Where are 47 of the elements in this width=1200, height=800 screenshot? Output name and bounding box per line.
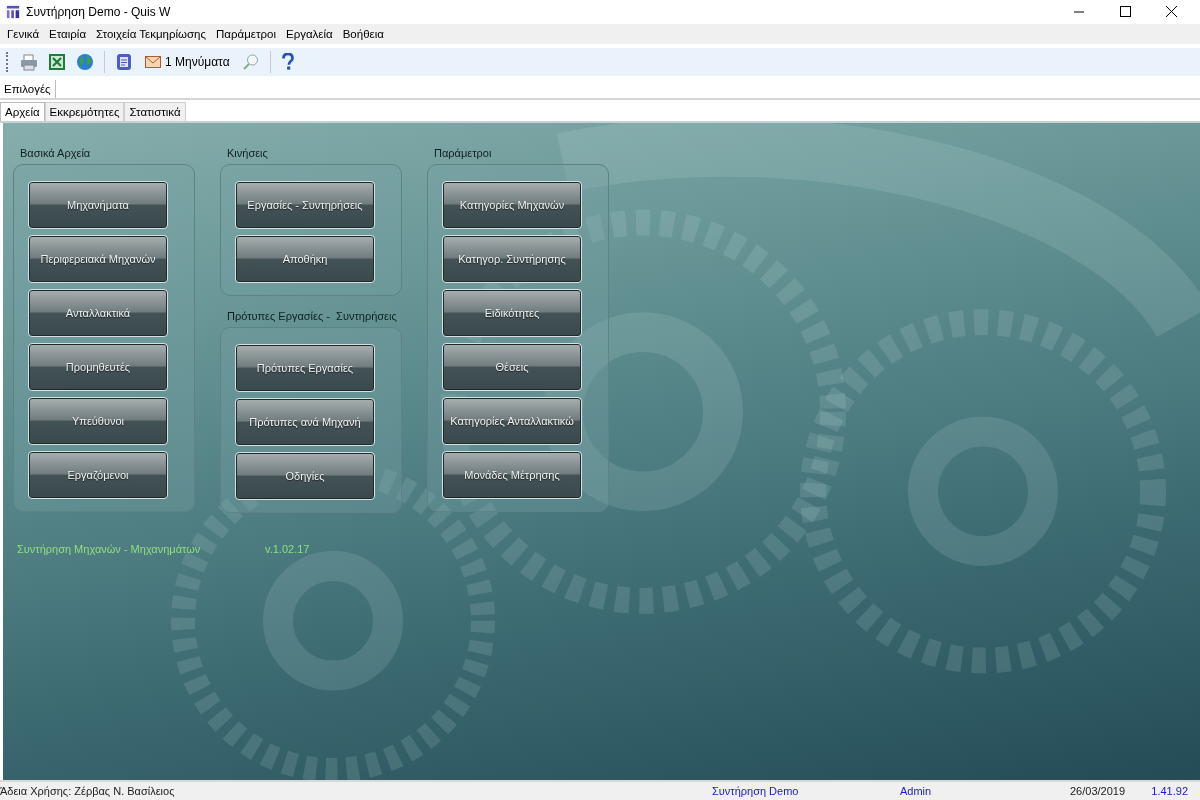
messages-button[interactable]: 1 Μηνύματα — [143, 55, 232, 69]
menu-button[interactable]: Εργασίες - Συντηρήσεις — [235, 181, 375, 229]
app-name: Συντήρηση Μηχανών - Μηχανημάτων — [17, 543, 202, 555]
build-label: 1.41.92 — [1150, 785, 1189, 797]
date-label: 26/03/2019 — [1070, 785, 1127, 797]
menu-item[interactable]: Εργαλεία — [281, 28, 338, 40]
menu-button[interactable]: Περιφερειακά Μηχανών — [28, 235, 168, 283]
menu-button[interactable]: Κατηγορ. Συντήρησης — [442, 235, 582, 283]
menu-button[interactable]: Μονάδες Μέτρησης — [442, 451, 582, 499]
group-title: Πρότυπες Εργασίες - Συντηρήσεις — [226, 310, 398, 324]
menu-button[interactable]: Ανταλλακτικά — [28, 289, 168, 337]
search-icon[interactable] — [241, 53, 260, 71]
tab[interactable]: Αρχεία — [0, 102, 45, 121]
menu-button[interactable]: Πρότυπες Εργασίες — [235, 344, 375, 392]
menu-button[interactable]: Εργαζόμενοι — [28, 451, 168, 499]
menu-item[interactable]: Παράμετροι — [211, 28, 281, 40]
window-title: Συντήρηση Demo - Quis W — [26, 5, 172, 19]
menu-button[interactable]: Οδηγίες — [235, 452, 375, 500]
company-label: Συντήρηση Demo — [712, 785, 800, 797]
menu-button[interactable]: Ειδικότητες — [442, 289, 582, 337]
menu-item[interactable]: Βοήθεια — [337, 28, 389, 40]
group-title: Κινήσεις — [226, 147, 269, 161]
menu-button[interactable]: Προμηθευτές — [28, 343, 168, 391]
license-label: Άδεια Χρήσης: Ζέρβας Ν. Βασίλειος — [0, 785, 176, 797]
group-title: Βασικά Αρχεία — [19, 147, 92, 161]
version-label: v.1.02.17 — [265, 543, 310, 555]
tab[interactable]: Στατιστικά — [124, 102, 186, 121]
spreadsheet-icon[interactable] — [48, 53, 66, 71]
menu-item[interactable]: Εταιρία — [44, 28, 92, 40]
group-title: Παράμετροι — [433, 147, 493, 161]
menu-button[interactable]: Κατηγορίες Ανταλλακτικώ — [442, 397, 582, 445]
envelope-icon — [145, 56, 161, 68]
globe-icon[interactable] — [76, 53, 94, 71]
user-label: Admin — [900, 785, 933, 797]
menu-button[interactable]: Υπεύθυνοι — [28, 397, 168, 445]
menu-item[interactable]: Γενικά — [2, 28, 45, 40]
app-icon — [6, 5, 20, 19]
menu-item[interactable]: Στοιχεία Τεκμηρίωσης — [91, 28, 212, 40]
menu-button[interactable]: Μηχανήματα — [28, 181, 168, 229]
menu-button[interactable]: Κατηγορίες Μηχανών — [442, 181, 582, 229]
help-icon[interactable] — [280, 53, 295, 71]
menu-button[interactable]: Πρότυπες ανά Μηχανή — [235, 398, 375, 446]
printer-icon[interactable] — [20, 53, 38, 71]
menu-button[interactable]: Θέσεις — [442, 343, 582, 391]
menu-button[interactable]: Αποθήκη — [235, 235, 375, 283]
notes-icon[interactable] — [115, 53, 133, 71]
tab[interactable]: Εκκρεμότητες — [44, 102, 125, 121]
